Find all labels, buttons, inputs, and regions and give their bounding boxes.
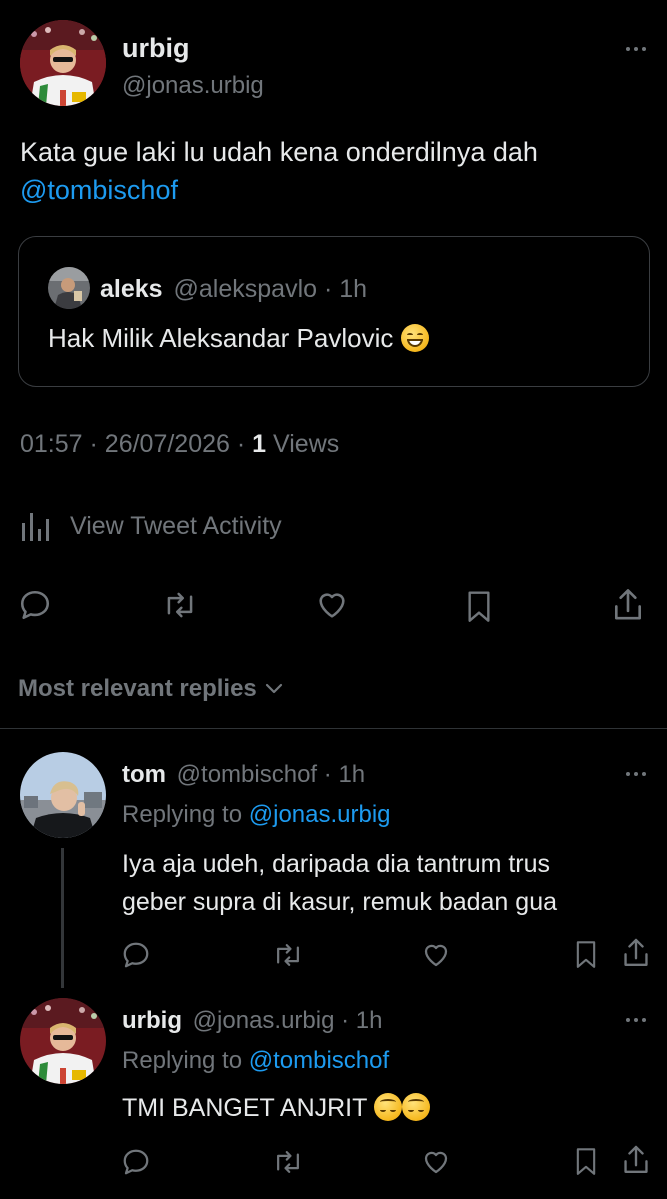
reply-time: 1h xyxy=(338,761,366,788)
share-icon[interactable] xyxy=(620,936,652,970)
upside-down-face-icon xyxy=(373,1093,402,1121)
replying-to-link[interactable]: @tombischof xyxy=(249,1047,389,1074)
quote-handle: @alekspavlo xyxy=(173,275,318,303)
reply-handle[interactable]: @tombischof xyxy=(177,761,317,788)
grinning-face-icon xyxy=(400,324,429,352)
separator: · xyxy=(89,430,98,458)
replying-to-label: Replying to xyxy=(122,801,243,828)
reply-avatar[interactable] xyxy=(20,752,106,838)
retweet-icon[interactable] xyxy=(272,940,304,970)
post-time: 01:57 xyxy=(20,430,83,458)
reply-text: TMI BANGET ANJRIT xyxy=(122,1094,367,1122)
retweet-icon[interactable] xyxy=(162,588,198,622)
reply-text-line-1: Iya aja udeh, daripada dia tantrum trus xyxy=(122,850,551,878)
upside-down-face-icon xyxy=(401,1093,430,1121)
quote-text: Hak Milik Aleksandar Pavlovic xyxy=(48,323,394,353)
more-options-icon[interactable] xyxy=(626,47,646,51)
quote-avatar xyxy=(48,267,90,309)
bookmark-icon[interactable] xyxy=(463,588,495,624)
reply-handle[interactable]: @jonas.urbig xyxy=(193,1007,335,1034)
reply-header: urbig @jonas.urbig · 1h xyxy=(122,1007,383,1035)
replying-to: Replying to @jonas.urbig xyxy=(122,801,391,829)
mention-link[interactable]: @tombischof xyxy=(20,175,178,205)
quote-text-row: Hak Milik Aleksandar Pavlovic xyxy=(48,323,429,354)
analytics-icon xyxy=(20,511,56,541)
reply-icon[interactable] xyxy=(121,1147,151,1177)
more-options-icon[interactable] xyxy=(626,1018,646,1022)
reply-time: 1h xyxy=(355,1007,383,1034)
replying-to: Replying to @tombischof xyxy=(122,1047,389,1075)
reply-header: tom @tombischof · 1h xyxy=(122,761,365,789)
bookmark-icon[interactable] xyxy=(572,1145,600,1177)
replies-sort-dropdown[interactable]: Most relevant replies xyxy=(18,675,283,703)
reply-thread-line xyxy=(61,848,64,988)
like-icon[interactable] xyxy=(420,940,452,970)
timestamp-row: 01:57 · 26/07/2026 · 1 Views xyxy=(20,430,339,459)
post-date: 26/07/2026 xyxy=(104,430,230,458)
divider xyxy=(0,728,667,729)
separator: · xyxy=(323,761,332,788)
quote-display-name: aleks xyxy=(100,275,163,303)
reply-text: Iya aja udeh, daripada dia tantrum trus … xyxy=(122,845,557,921)
tweet-body: Kata gue laki lu udah kena onderdilnya d… xyxy=(20,137,538,167)
replying-to-link[interactable]: @jonas.urbig xyxy=(249,801,391,828)
share-icon[interactable] xyxy=(610,586,646,624)
reply-display-name[interactable]: urbig xyxy=(122,1007,182,1034)
reply-text-row: TMI BANGET ANJRIT xyxy=(122,1093,430,1123)
separator: · xyxy=(323,275,333,303)
quote-time: 1h xyxy=(339,275,368,303)
chevron-down-icon xyxy=(265,683,283,695)
like-icon[interactable] xyxy=(314,588,350,622)
more-options-icon[interactable] xyxy=(626,772,646,776)
bookmark-icon[interactable] xyxy=(572,938,600,970)
quoted-tweet[interactable]: aleks @alekspavlo · 1h Hak Milik Aleksan… xyxy=(18,236,650,387)
views-count[interactable]: 1 xyxy=(252,430,266,458)
display-name[interactable]: urbig xyxy=(122,33,190,64)
reply-text-line-2: geber supra di kasur, remuk badan gua xyxy=(122,888,557,916)
activity-label[interactable]: View Tweet Activity xyxy=(70,512,282,541)
reply-display-name[interactable]: tom xyxy=(122,761,166,788)
separator: · xyxy=(341,1007,350,1034)
retweet-icon[interactable] xyxy=(272,1147,304,1177)
separator: · xyxy=(236,430,246,458)
reply-icon[interactable] xyxy=(18,588,52,622)
user-handle[interactable]: @jonas.urbig xyxy=(122,72,264,100)
view-tweet-activity[interactable]: View Tweet Activity xyxy=(20,510,282,542)
replying-to-label: Replying to xyxy=(122,1047,243,1074)
tweet-text: Kata gue laki lu udah kena onderdilnya d… xyxy=(20,133,650,209)
replies-sort-label: Most relevant replies xyxy=(18,675,257,702)
avatar[interactable] xyxy=(20,20,106,106)
share-icon[interactable] xyxy=(620,1143,652,1177)
reply-avatar[interactable] xyxy=(20,998,106,1084)
views-label[interactable]: Views xyxy=(273,430,339,458)
reply-icon[interactable] xyxy=(121,940,151,970)
like-icon[interactable] xyxy=(420,1147,452,1177)
